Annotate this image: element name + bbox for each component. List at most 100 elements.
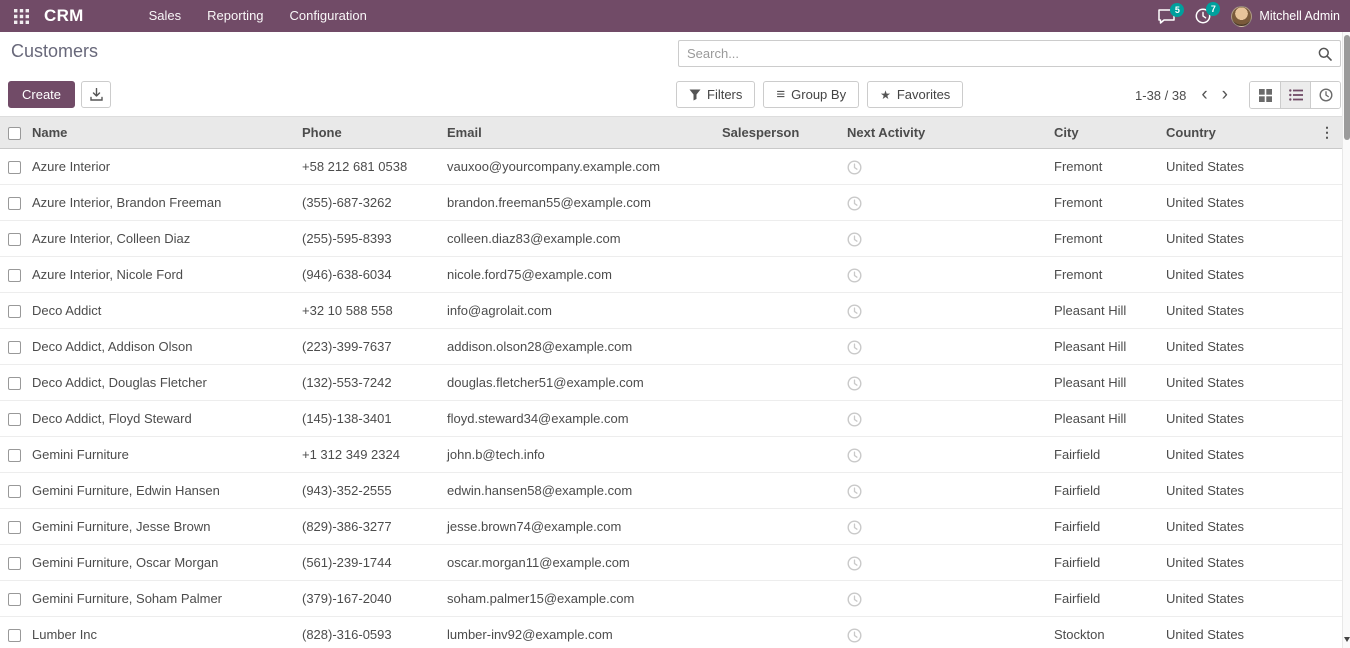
table-row[interactable]: Lumber Inc (828)-316-0593 lumber-inv92@e… xyxy=(0,617,1342,648)
cell-city[interactable]: Fairfield xyxy=(1050,545,1162,581)
column-header-salesperson[interactable]: Salesperson xyxy=(718,117,843,149)
cell-email[interactable]: lumber-inv92@example.com xyxy=(443,617,718,648)
cell-city[interactable]: Stockton xyxy=(1050,617,1162,648)
column-header-name[interactable]: Name xyxy=(28,117,298,149)
cell-name[interactable]: Gemini Furniture, Soham Palmer xyxy=(28,581,298,617)
schedule-activity-clock-icon[interactable] xyxy=(847,196,862,211)
cell-email[interactable]: john.b@tech.info xyxy=(443,437,718,473)
column-header-country[interactable]: Country xyxy=(1162,117,1267,149)
cell-city[interactable]: Pleasant Hill xyxy=(1050,329,1162,365)
table-row[interactable]: Deco Addict, Douglas Fletcher (132)-553-… xyxy=(0,365,1342,401)
table-row[interactable]: Deco Addict, Addison Olson (223)-399-763… xyxy=(0,329,1342,365)
row-checkbox[interactable] xyxy=(8,161,21,174)
cell-phone[interactable]: (132)-553-7242 xyxy=(298,365,443,401)
activities-button[interactable]: 7 xyxy=(1195,8,1211,24)
cell-next-activity[interactable] xyxy=(843,257,1050,293)
cell-name[interactable]: Gemini Furniture, Jesse Brown xyxy=(28,509,298,545)
schedule-activity-clock-icon[interactable] xyxy=(847,448,862,463)
cell-salesperson[interactable] xyxy=(718,401,843,437)
cell-country[interactable]: United States xyxy=(1162,185,1267,221)
cell-name[interactable]: Azure Interior, Brandon Freeman xyxy=(28,185,298,221)
table-row[interactable]: Deco Addict +32 10 588 558 info@agrolait… xyxy=(0,293,1342,329)
cell-next-activity[interactable] xyxy=(843,401,1050,437)
cell-salesperson[interactable] xyxy=(718,509,843,545)
cell-phone[interactable]: (255)-595-8393 xyxy=(298,221,443,257)
cell-city[interactable]: Fairfield xyxy=(1050,581,1162,617)
cell-name[interactable]: Gemini Furniture, Oscar Morgan xyxy=(28,545,298,581)
cell-country[interactable]: United States xyxy=(1162,617,1267,648)
cell-phone[interactable]: (943)-352-2555 xyxy=(298,473,443,509)
table-row[interactable]: Gemini Furniture, Edwin Hansen (943)-352… xyxy=(0,473,1342,509)
cell-country[interactable]: United States xyxy=(1162,473,1267,509)
cell-next-activity[interactable] xyxy=(843,437,1050,473)
cell-salesperson[interactable] xyxy=(718,149,843,185)
table-row[interactable]: Azure Interior +58 212 681 0538 vauxoo@y… xyxy=(0,149,1342,185)
menu-reporting[interactable]: Reporting xyxy=(194,0,276,32)
cell-next-activity[interactable] xyxy=(843,365,1050,401)
cell-country[interactable]: United States xyxy=(1162,365,1267,401)
cell-next-activity[interactable] xyxy=(843,581,1050,617)
cell-email[interactable]: floyd.steward34@example.com xyxy=(443,401,718,437)
search-icon[interactable] xyxy=(1318,47,1340,61)
pager-next-button[interactable]: › xyxy=(1215,82,1235,108)
schedule-activity-clock-icon[interactable] xyxy=(847,340,862,355)
scroll-down-arrow[interactable] xyxy=(1343,637,1350,645)
cell-phone[interactable]: (145)-138-3401 xyxy=(298,401,443,437)
scrollbar-thumb[interactable] xyxy=(1344,35,1350,140)
cell-next-activity[interactable] xyxy=(843,221,1050,257)
cell-name[interactable]: Deco Addict, Addison Olson xyxy=(28,329,298,365)
row-checkbox[interactable] xyxy=(8,269,21,282)
schedule-activity-clock-icon[interactable] xyxy=(847,520,862,535)
cell-next-activity[interactable] xyxy=(843,545,1050,581)
table-row[interactable]: Gemini Furniture +1 312 349 2324 john.b@… xyxy=(0,437,1342,473)
menu-configuration[interactable]: Configuration xyxy=(277,0,380,32)
cell-city[interactable]: Pleasant Hill xyxy=(1050,401,1162,437)
cell-city[interactable]: Fremont xyxy=(1050,221,1162,257)
cell-email[interactable]: oscar.morgan11@example.com xyxy=(443,545,718,581)
cell-salesperson[interactable] xyxy=(718,365,843,401)
cell-country[interactable]: United States xyxy=(1162,257,1267,293)
cell-email[interactable]: soham.palmer15@example.com xyxy=(443,581,718,617)
cell-phone[interactable]: (946)-638-6034 xyxy=(298,257,443,293)
row-checkbox[interactable] xyxy=(8,197,21,210)
schedule-activity-clock-icon[interactable] xyxy=(847,304,862,319)
cell-next-activity[interactable] xyxy=(843,509,1050,545)
favorites-button[interactable]: ★ Favorites xyxy=(867,81,963,108)
cell-name[interactable]: Deco Addict xyxy=(28,293,298,329)
cell-city[interactable]: Fairfield xyxy=(1050,437,1162,473)
cell-salesperson[interactable] xyxy=(718,329,843,365)
cell-next-activity[interactable] xyxy=(843,473,1050,509)
cell-name[interactable]: Gemini Furniture, Edwin Hansen xyxy=(28,473,298,509)
cell-salesperson[interactable] xyxy=(718,293,843,329)
cell-email[interactable]: nicole.ford75@example.com xyxy=(443,257,718,293)
table-row[interactable]: Gemini Furniture, Jesse Brown (829)-386-… xyxy=(0,509,1342,545)
cell-city[interactable]: Fairfield xyxy=(1050,473,1162,509)
cell-phone[interactable]: (828)-316-0593 xyxy=(298,617,443,648)
cell-name[interactable]: Azure Interior, Nicole Ford xyxy=(28,257,298,293)
cell-email[interactable]: edwin.hansen58@example.com xyxy=(443,473,718,509)
list-view-button[interactable] xyxy=(1280,82,1310,108)
cell-name[interactable]: Gemini Furniture xyxy=(28,437,298,473)
cell-email[interactable]: brandon.freeman55@example.com xyxy=(443,185,718,221)
row-checkbox[interactable] xyxy=(8,629,21,642)
cell-country[interactable]: United States xyxy=(1162,221,1267,257)
cell-salesperson[interactable] xyxy=(718,545,843,581)
cell-next-activity[interactable] xyxy=(843,149,1050,185)
cell-city[interactable]: Pleasant Hill xyxy=(1050,293,1162,329)
messages-button[interactable]: 5 xyxy=(1158,9,1175,24)
row-checkbox[interactable] xyxy=(8,341,21,354)
export-button[interactable] xyxy=(81,81,111,108)
cell-salesperson[interactable] xyxy=(718,185,843,221)
column-header-phone[interactable]: Phone xyxy=(298,117,443,149)
cell-name[interactable]: Deco Addict, Floyd Steward xyxy=(28,401,298,437)
filters-button[interactable]: Filters xyxy=(676,81,755,108)
schedule-activity-clock-icon[interactable] xyxy=(847,232,862,247)
cell-email[interactable]: jesse.brown74@example.com xyxy=(443,509,718,545)
row-checkbox[interactable] xyxy=(8,233,21,246)
select-all-checkbox[interactable] xyxy=(8,127,21,140)
app-title[interactable]: CRM xyxy=(44,6,84,26)
row-checkbox[interactable] xyxy=(8,377,21,390)
cell-country[interactable]: United States xyxy=(1162,401,1267,437)
row-checkbox[interactable] xyxy=(8,449,21,462)
row-checkbox[interactable] xyxy=(8,305,21,318)
